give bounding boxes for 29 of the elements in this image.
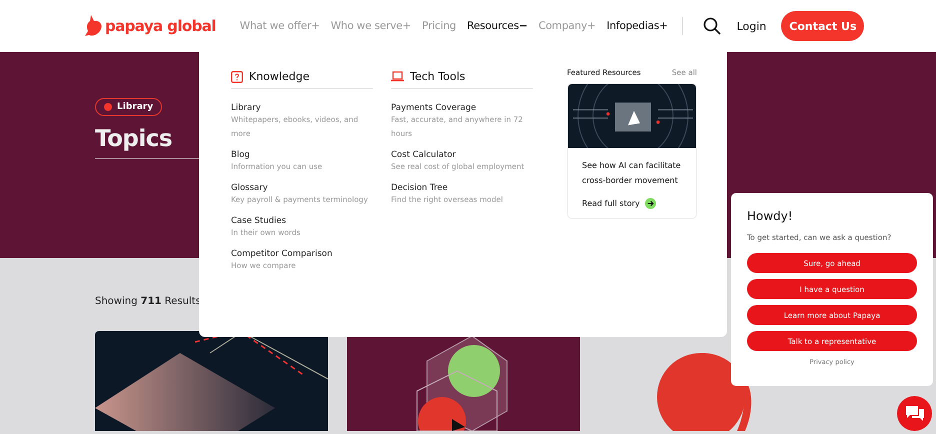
question-icon: [231, 70, 243, 82]
featured-card[interactable]: See how AI can facilitate cross-border movement Read full story: [567, 83, 697, 219]
menu-item[interactable]: Glossary: [231, 183, 373, 193]
menu-item[interactable]: Payments Coverage: [391, 103, 533, 113]
menu-item[interactable]: Cost Calculator: [391, 150, 533, 160]
chat-icon: [906, 406, 924, 422]
menu-item[interactable]: Case Studies: [231, 216, 373, 226]
papaya-logo-icon: [85, 15, 103, 37]
column-heading: Knowledge: [249, 70, 310, 83]
results-count: Showing 711 Results: [95, 296, 202, 307]
menu-item[interactable]: Blog: [231, 150, 373, 160]
nav-link[interactable]: Infopedias+: [606, 20, 668, 32]
read-story-link[interactable]: Read full story: [582, 199, 640, 208]
page-title: Topics: [95, 126, 172, 152]
nav-link[interactable]: Resources−: [467, 20, 528, 32]
library-badge: Library: [95, 98, 162, 116]
login-link[interactable]: Login: [736, 20, 766, 32]
contact-us-button[interactable]: Contact Us: [781, 11, 864, 41]
menu-item[interactable]: Library: [231, 103, 373, 113]
chat-title: Howdy!: [747, 209, 794, 223]
brand-name[interactable]: papaya global: [105, 17, 216, 35]
column-heading: Tech Tools: [410, 70, 466, 83]
arrow-icon: [644, 198, 656, 209]
featured-title: See how AI can facilitate cross-border movement: [582, 160, 682, 187]
search-icon[interactable]: [702, 17, 721, 35]
laptop-icon: [391, 71, 404, 82]
menu-item[interactable]: Competitor Comparison: [231, 249, 373, 259]
menu-item[interactable]: Decision Tree: [391, 183, 533, 193]
chat-button[interactable]: [897, 396, 932, 431]
